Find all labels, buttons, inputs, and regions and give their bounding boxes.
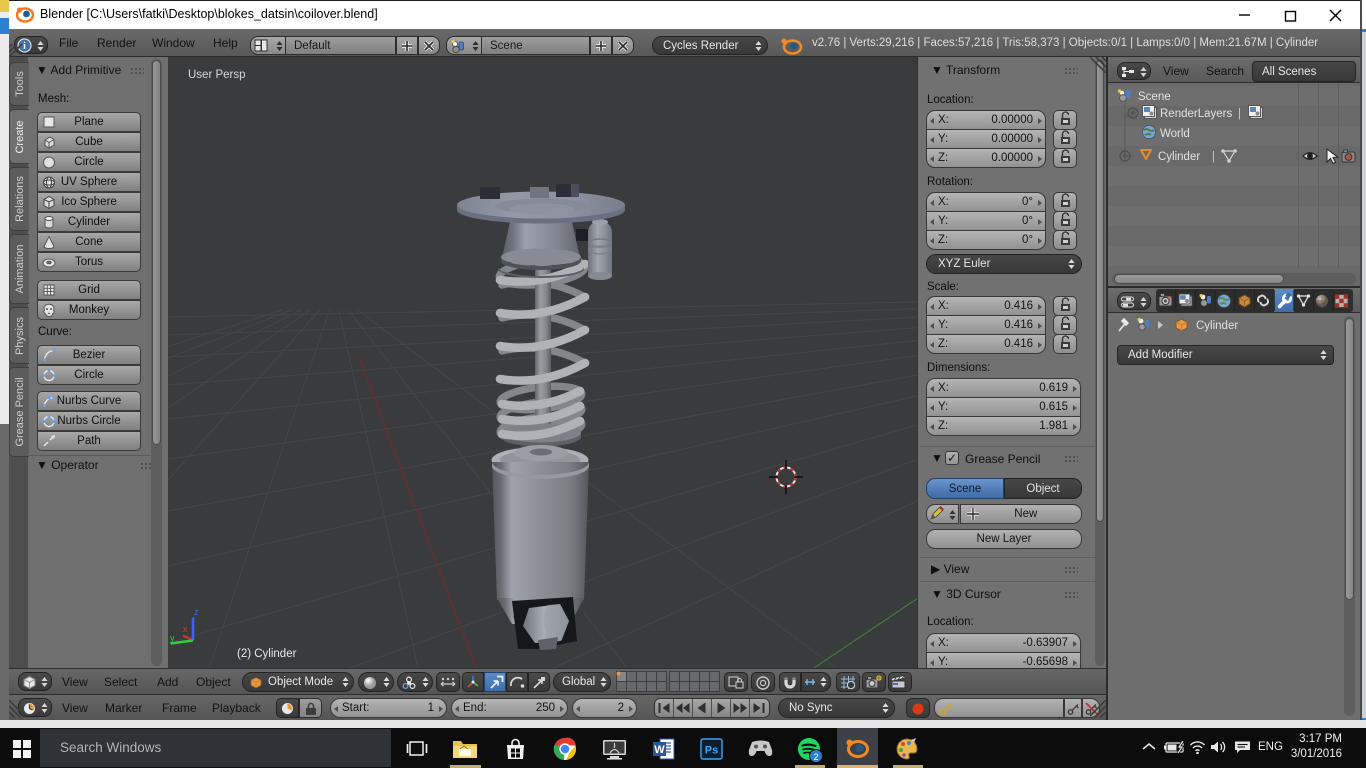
svg-text:i: i	[23, 41, 26, 52]
svg-text:|: |	[1238, 108, 1241, 120]
svg-text:(2) Cylinder: (2) Cylinder	[237, 648, 297, 660]
svg-text:2: 2	[813, 752, 818, 763]
svg-text:Ps: Ps	[705, 745, 718, 757]
svg-text:x: x	[183, 624, 188, 634]
svg-text:Cylinder: Cylinder	[1158, 151, 1200, 163]
svg-text:W: W	[654, 744, 665, 756]
svg-text:RenderLayers: RenderLayers	[1160, 108, 1232, 120]
svg-text:y: y	[170, 633, 175, 643]
svg-text:Cylinder: Cylinder	[1196, 320, 1238, 332]
svg-text:Scene: Scene	[1138, 91, 1171, 103]
svg-text:World: World	[1160, 128, 1190, 140]
svg-text:z: z	[194, 607, 199, 617]
svg-text:User Persp: User Persp	[188, 69, 246, 81]
svg-text:|: |	[1212, 151, 1215, 163]
